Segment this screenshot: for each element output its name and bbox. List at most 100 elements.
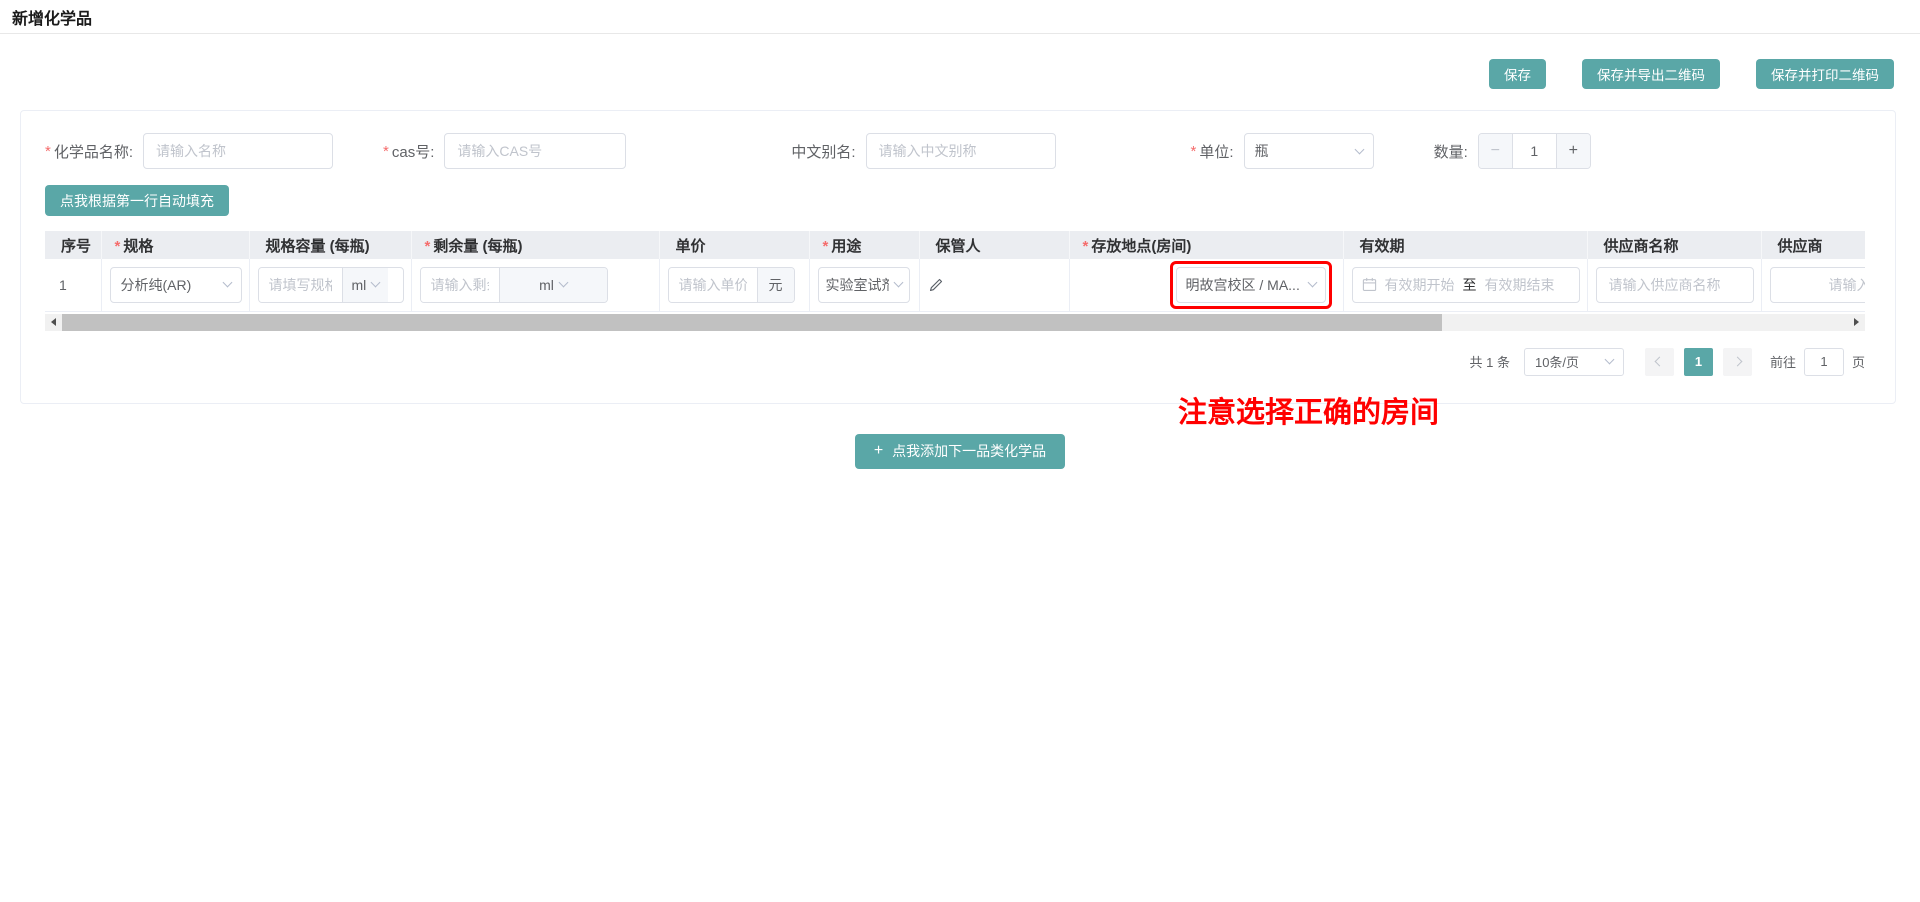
quantity-stepper: − + [1478, 133, 1591, 169]
quantity-label: 数量: [1434, 141, 1468, 162]
chemical-form-panel: * 化学品名称: * cas号: 中文别名: * 单位: 瓶 数量: − [20, 110, 1896, 404]
page-size-value: 10条/页 [1535, 352, 1579, 371]
column-header-remaining: *剩余量 (每瓶) [411, 231, 659, 259]
capacity-unit-value: ml [352, 277, 367, 293]
column-header-location: *存放地点(房间) [1069, 231, 1343, 259]
autofill-from-first-row-button[interactable]: 点我根据第一行自动填充 [45, 185, 229, 216]
chemical-name-input[interactable] [143, 133, 333, 169]
capacity-input[interactable] [259, 268, 342, 302]
page-header: 新增化学品 [0, 0, 1920, 34]
supplier-extra-input[interactable] [1770, 267, 1866, 303]
scroll-left-button[interactable] [45, 314, 62, 331]
save-button[interactable]: 保存 [1489, 59, 1546, 89]
chevron-down-icon [558, 278, 568, 288]
chevron-down-icon [893, 278, 903, 288]
chevron-down-icon [1307, 278, 1317, 288]
field-quantity: 数量: − + [1434, 133, 1591, 169]
save-export-qr-button[interactable]: 保存并导出二维码 [1582, 59, 1720, 89]
pagination: 共 1 条 10条/页 1 前往 页 [45, 348, 1895, 376]
horizontal-scrollbar[interactable] [45, 314, 1865, 331]
keeper-cell [919, 259, 1069, 311]
chemical-name-label: 化学品名称: [54, 141, 133, 162]
add-next-chemical-button[interactable]: + 点我添加下一品类化学品 [855, 434, 1065, 469]
spec-select[interactable]: 分析纯(AR) [110, 267, 242, 303]
edit-keeper-button[interactable] [928, 277, 1061, 293]
page-title: 新增化学品 [12, 5, 92, 29]
quantity-decrease-button[interactable]: − [1479, 134, 1512, 168]
chevron-right-icon [1733, 357, 1743, 367]
annotation-red-box: 明故宫校区 / MA... [1170, 261, 1332, 309]
toolbar: 保存 保存并导出二维码 保存并打印二维码 [0, 34, 1920, 89]
current-page-button[interactable]: 1 [1684, 348, 1713, 376]
location-select-value: 明故宫校区 / MA... [1186, 275, 1300, 295]
calendar-icon [1362, 277, 1377, 292]
chemical-detail-table: 序号 *规格 规格容量 (每瓶) *剩余量 (每瓶) 单价 *用途 保管人 *存… [45, 231, 1865, 312]
chevron-down-icon [1354, 144, 1364, 154]
column-header-keeper: 保管人 [919, 231, 1069, 259]
prev-page-button[interactable] [1645, 348, 1674, 376]
table-row: 1 分析纯(AR) ml [45, 259, 1865, 311]
remaining-cell: ml [411, 259, 659, 311]
edit-pencil-icon [928, 277, 944, 293]
goto-page-input[interactable] [1804, 348, 1844, 376]
supplier-name-input[interactable] [1596, 267, 1754, 303]
scroll-right-button[interactable] [1848, 314, 1865, 331]
remaining-input[interactable] [421, 268, 499, 302]
quantity-input[interactable] [1512, 134, 1557, 168]
column-header-supplier-extra: 供应商 [1761, 231, 1865, 259]
scroll-left-icon [51, 318, 56, 326]
quantity-increase-button[interactable]: + [1557, 134, 1590, 168]
location-select[interactable]: 明故宫校区 / MA... [1176, 267, 1326, 303]
remaining-unit-value: ml [539, 277, 554, 293]
capacity-input-group: ml [258, 267, 404, 303]
goto-label: 前往 [1770, 352, 1796, 371]
remaining-input-group: ml [420, 267, 608, 303]
unit-select[interactable]: 瓶 [1244, 133, 1374, 169]
cas-label: cas号: [392, 141, 435, 162]
cas-input[interactable] [444, 133, 626, 169]
column-header-price: 单价 [659, 231, 809, 259]
validity-start-placeholder: 有效期开始 [1385, 275, 1455, 295]
usage-select-value: 实验室试剂 [826, 275, 889, 295]
price-cell: 元 [659, 259, 809, 311]
field-cas: * cas号: [383, 133, 626, 169]
add-next-chemical-label: 点我添加下一品类化学品 [892, 441, 1046, 461]
spec-cell: 分析纯(AR) [101, 259, 249, 311]
annotation-text: 注意选择正确的房间 [1178, 389, 1439, 431]
column-header-validity: 有效期 [1343, 231, 1587, 259]
column-header-index: 序号 [45, 231, 101, 259]
alias-label: 中文别名: [791, 141, 855, 162]
field-alias: 中文别名: [791, 133, 1055, 169]
chevron-down-icon [1605, 355, 1615, 365]
remaining-unit-select[interactable]: ml [499, 268, 607, 302]
price-input[interactable] [669, 268, 757, 302]
table-header-row: 序号 *规格 规格容量 (每瓶) *剩余量 (每瓶) 单价 *用途 保管人 *存… [45, 231, 1865, 259]
required-mark: * [383, 143, 389, 160]
spec-select-value: 分析纯(AR) [121, 275, 192, 295]
alias-input[interactable] [866, 133, 1056, 169]
page-size-select[interactable]: 10条/页 [1524, 348, 1624, 376]
save-print-qr-button[interactable]: 保存并打印二维码 [1756, 59, 1894, 89]
column-header-usage: *用途 [809, 231, 919, 259]
supplier-cell [1587, 259, 1761, 311]
price-currency-suffix: 元 [757, 268, 794, 302]
scrollbar-track[interactable] [62, 314, 1848, 331]
price-input-group: 元 [668, 267, 795, 303]
scroll-right-icon [1854, 318, 1859, 326]
row-index-cell: 1 [45, 259, 101, 311]
chevron-down-icon [222, 278, 232, 288]
next-page-button[interactable] [1723, 348, 1752, 376]
field-unit: * 单位: 瓶 [1191, 133, 1374, 169]
scrollbar-thumb[interactable] [62, 314, 1442, 331]
column-header-spec: *规格 [101, 231, 249, 259]
supplier-extra-cell [1761, 259, 1865, 311]
plus-icon: + [874, 442, 883, 460]
usage-select[interactable]: 实验室试剂 [818, 267, 910, 303]
pagination-total: 共 1 条 [1470, 352, 1510, 371]
add-button-row: + 点我添加下一品类化学品 [0, 434, 1920, 469]
field-chemical-name: * 化学品名称: [45, 133, 333, 169]
capacity-unit-select[interactable]: ml [342, 268, 389, 302]
unit-label: 单位: [1199, 141, 1233, 162]
usage-cell: 实验室试剂 [809, 259, 919, 311]
validity-date-range-picker[interactable]: 有效期开始 至 有效期结束 [1352, 267, 1580, 303]
